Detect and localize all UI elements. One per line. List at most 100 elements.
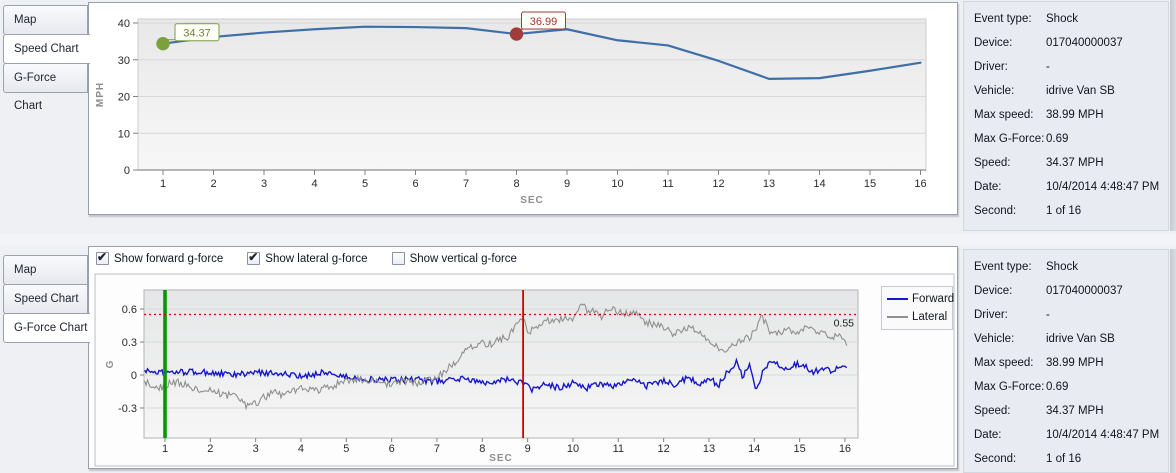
svg-text:13: 13 bbox=[763, 178, 775, 190]
info-row-device: Device:017040000037 bbox=[974, 31, 1168, 55]
event-info-panel-top: Event type:Shock Device:017040000037 Drive… bbox=[963, 1, 1169, 231]
info-row-vehicle: Vehicle:idrive Van SB bbox=[974, 327, 1168, 351]
gforce-section-tabstrip: MapSpeed ChartG-Force Chart bbox=[3, 255, 88, 343]
info-value-second: 1 of 16 bbox=[1046, 451, 1081, 467]
svg-text:7: 7 bbox=[434, 443, 440, 455]
svg-text:4: 4 bbox=[311, 178, 317, 190]
svg-text:0.3: 0.3 bbox=[122, 337, 137, 349]
info-value-event-type: Shock bbox=[1046, 11, 1078, 27]
tab-speed-chart[interactable]: Speed Chart bbox=[3, 34, 90, 64]
info-value-date: 10/4/2014 4:48:47 PM bbox=[1046, 179, 1159, 195]
svg-text:6: 6 bbox=[412, 178, 418, 190]
svg-text:14: 14 bbox=[748, 443, 760, 455]
checkbox-label: Show forward g-force bbox=[114, 253, 223, 265]
svg-text:15: 15 bbox=[793, 443, 805, 455]
checkbox-show-vertical-g-force[interactable]: Show vertical g-force bbox=[392, 252, 517, 265]
svg-text:2: 2 bbox=[207, 443, 213, 455]
svg-text:SEC: SEC bbox=[520, 195, 544, 206]
svg-text:12: 12 bbox=[658, 443, 670, 455]
info-label-event-type: Event type: bbox=[974, 259, 1046, 275]
info-value-max-gforce: 0.69 bbox=[1046, 379, 1068, 395]
gforce-chart[interactable]: -0.300.30.612345678910111213141516SECG0.… bbox=[89, 247, 959, 470]
info-row-device: Device:017040000037 bbox=[974, 279, 1168, 303]
info-label-vehicle: Vehicle: bbox=[974, 331, 1046, 347]
checkbox-box[interactable]: ✔ bbox=[247, 252, 260, 265]
legend-line-sample bbox=[887, 316, 908, 318]
info-row-date: Date:10/4/2014 4:48:47 PM bbox=[974, 175, 1168, 199]
info-label-max-gforce: Max G-Force: bbox=[974, 379, 1046, 395]
info-label-max-speed: Max speed: bbox=[974, 355, 1046, 371]
info-row-speed: Speed:34.37 MPH bbox=[974, 399, 1168, 423]
svg-text:11: 11 bbox=[662, 178, 673, 190]
event-second-marker[interactable] bbox=[510, 28, 522, 40]
checkbox-label: Show vertical g-force bbox=[410, 253, 517, 265]
splitter-handle-top[interactable] bbox=[1170, 0, 1176, 231]
svg-text:8: 8 bbox=[513, 178, 519, 190]
svg-text:1: 1 bbox=[162, 443, 168, 455]
svg-text:16: 16 bbox=[914, 178, 926, 190]
svg-text:0.6: 0.6 bbox=[122, 304, 137, 316]
svg-text:40: 40 bbox=[118, 18, 130, 30]
tab-g-force-chart[interactable]: G-Force Chart bbox=[3, 63, 88, 93]
threshold-value-label: 0.55 bbox=[834, 318, 855, 330]
info-row-second: Second:1 of 16 bbox=[974, 199, 1168, 223]
info-row-max-gforce: Max G-Force:0.69 bbox=[974, 127, 1168, 151]
info-value-speed: 34.37 MPH bbox=[1046, 403, 1104, 419]
checkbox-box[interactable] bbox=[392, 252, 405, 265]
svg-text:6: 6 bbox=[389, 443, 395, 455]
info-row-date: Date:10/4/2014 4:48:47 PM bbox=[974, 423, 1168, 447]
speed-chart[interactable]: 01020304012345678910111213141516SECMPH34… bbox=[89, 3, 959, 216]
info-row-max-speed: Max speed:38.99 MPH bbox=[974, 351, 1168, 375]
tab-map[interactable]: Map bbox=[3, 255, 88, 285]
svg-text:14: 14 bbox=[813, 178, 825, 190]
legend-label: Lateral bbox=[912, 311, 947, 323]
svg-text:7: 7 bbox=[463, 178, 469, 190]
info-label-max-gforce: Max G-Force: bbox=[974, 131, 1046, 147]
gforce-options-row: ✔ Show forward g-force ✔Show lateral g-for… bbox=[96, 252, 517, 265]
tab-g-force-chart[interactable]: G-Force Chart bbox=[3, 313, 90, 343]
info-label-driver: Driver: bbox=[974, 307, 1046, 323]
svg-text:3: 3 bbox=[253, 443, 259, 455]
info-value-max-speed: 38.99 MPH bbox=[1046, 107, 1104, 123]
info-value-event-type: Shock bbox=[1046, 259, 1078, 275]
splitter-handle-bottom[interactable] bbox=[1170, 249, 1176, 473]
gforce-chart-panel: ✔ Show forward g-force ✔Show lateral g-for… bbox=[88, 246, 958, 469]
info-row-max-speed: Max speed:38.99 MPH bbox=[974, 103, 1168, 127]
svg-text:12: 12 bbox=[712, 178, 724, 190]
checkbox-show-forward-g-force[interactable]: ✔ Show forward g-force bbox=[96, 252, 223, 265]
svg-text:G: G bbox=[105, 360, 116, 369]
info-label-device: Device: bbox=[974, 35, 1046, 51]
info-label-event-type: Event type: bbox=[974, 11, 1046, 27]
checkbox-show-lateral-g-force[interactable]: ✔Show lateral g-force bbox=[247, 252, 367, 265]
svg-text:10: 10 bbox=[611, 178, 623, 190]
svg-text:9: 9 bbox=[564, 178, 570, 190]
info-value-device: 017040000037 bbox=[1046, 283, 1123, 299]
info-row-speed: Speed:34.37 MPH bbox=[974, 151, 1168, 175]
checkbox-box[interactable]: ✔ bbox=[96, 252, 109, 265]
section-divider bbox=[0, 233, 1176, 246]
info-row-max-gforce: Max G-Force:0.69 bbox=[974, 375, 1168, 399]
start-second-marker[interactable] bbox=[157, 37, 169, 49]
svg-text:9: 9 bbox=[525, 443, 531, 455]
legend-item-forward: Forward bbox=[887, 290, 947, 308]
info-value-max-gforce: 0.69 bbox=[1046, 131, 1068, 147]
svg-text:34.37: 34.37 bbox=[183, 28, 211, 40]
speed-chart-panel: 01020304012345678910111213141516SECMPH34… bbox=[88, 2, 958, 215]
svg-text:30: 30 bbox=[118, 55, 130, 67]
info-row-vehicle: Vehicle:idrive Van SB bbox=[974, 79, 1168, 103]
svg-text:SEC: SEC bbox=[489, 453, 513, 464]
svg-text:1: 1 bbox=[160, 178, 166, 190]
svg-text:3: 3 bbox=[261, 178, 267, 190]
svg-text:36.99: 36.99 bbox=[530, 16, 558, 28]
info-value-second: 1 of 16 bbox=[1046, 203, 1081, 219]
info-value-driver: - bbox=[1046, 59, 1050, 75]
speed-section-tabstrip: MapSpeed ChartG-Force Chart bbox=[3, 5, 88, 93]
info-label-speed: Speed: bbox=[974, 155, 1046, 171]
svg-text:0: 0 bbox=[131, 370, 137, 382]
info-label-driver: Driver: bbox=[974, 59, 1046, 75]
tab-map[interactable]: Map bbox=[3, 5, 88, 35]
tab-speed-chart[interactable]: Speed Chart bbox=[3, 284, 88, 314]
legend-line-sample bbox=[887, 298, 908, 300]
info-label-date: Date: bbox=[974, 179, 1046, 195]
info-value-vehicle: idrive Van SB bbox=[1046, 83, 1115, 99]
